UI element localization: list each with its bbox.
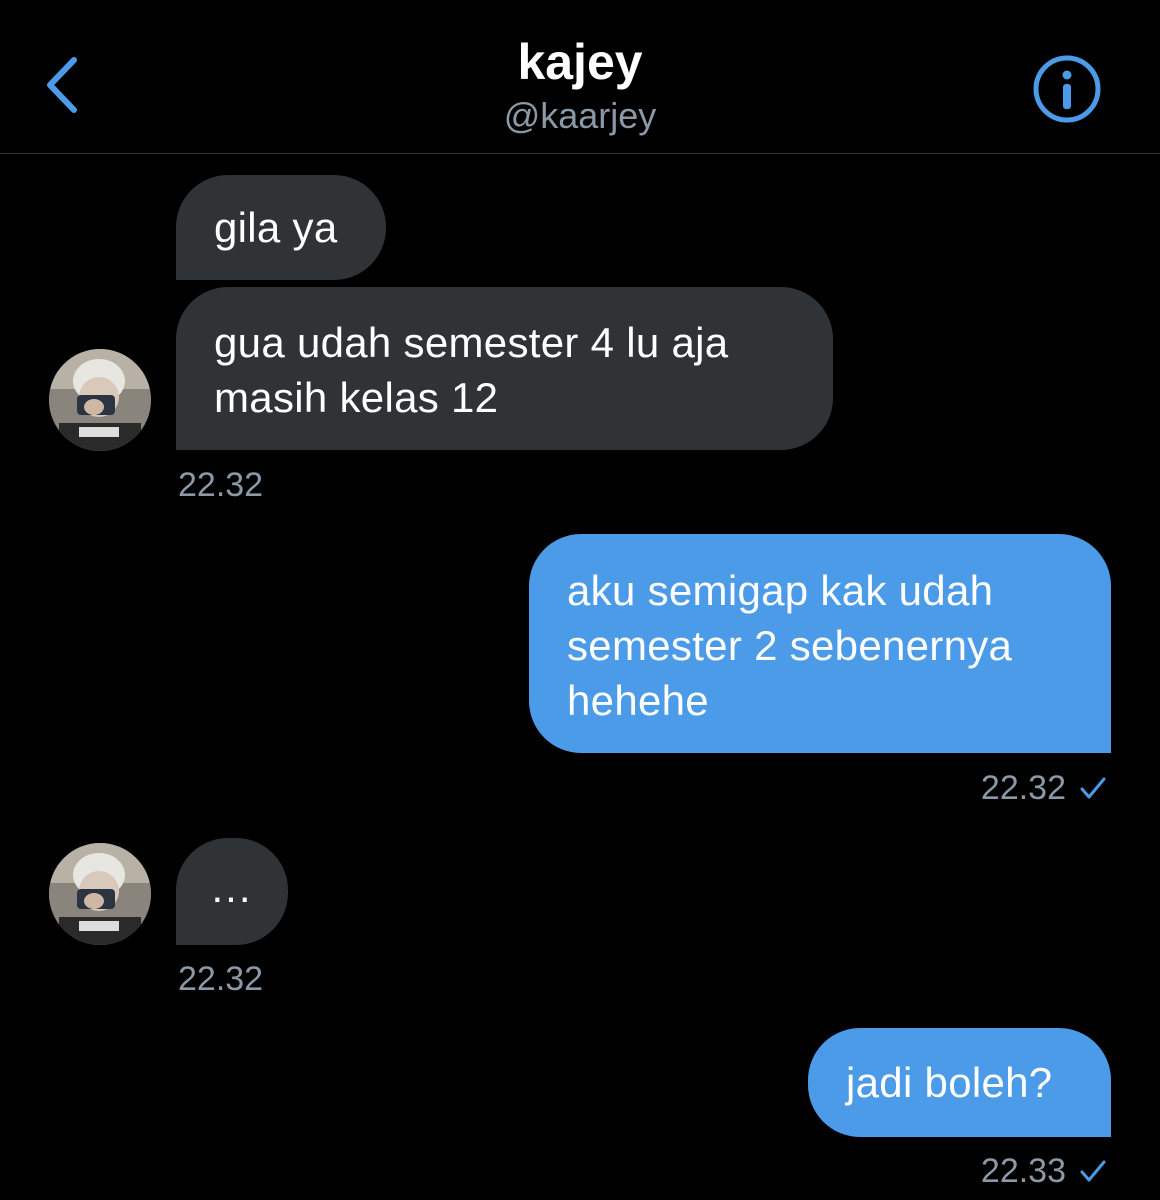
message-text: ...: [211, 864, 253, 911]
info-circle-icon: [1033, 55, 1101, 123]
conversation-header: kajey @kaarjey: [0, 0, 1160, 154]
message-text-line: semester 2 sebenernya: [567, 622, 1013, 669]
message-text-line: aku semigap kak udah: [567, 567, 994, 614]
avatar-photo: [49, 349, 151, 451]
contact-name[interactable]: kajey: [0, 30, 1160, 94]
message-timestamp: 22.33: [980, 1152, 1066, 1190]
incoming-message-bubble[interactable]: gua udah semester 4 lu aja masih kelas 1…: [176, 287, 833, 450]
check-icon: [1080, 1160, 1106, 1182]
message-status-row: 22.32: [981, 768, 1108, 808]
message-text-line: hehehe: [567, 677, 709, 724]
info-button[interactable]: [1031, 53, 1103, 125]
message-text: jadi boleh?: [846, 1059, 1053, 1106]
message-status-row: 22.33: [981, 1151, 1108, 1191]
message-timestamp: 22.32: [178, 466, 264, 504]
avatar-photo: [49, 843, 151, 945]
conversation-title-block[interactable]: kajey @kaarjey: [0, 30, 1160, 138]
contact-avatar[interactable]: [49, 349, 151, 451]
message-text-line: masih kelas 12: [214, 374, 499, 421]
message-timestamp: 22.32: [178, 960, 264, 998]
message-text-line: gua udah semester 4 lu aja: [214, 319, 729, 366]
check-icon: [1080, 777, 1106, 799]
incoming-message-bubble[interactable]: gila ya: [176, 175, 386, 280]
outgoing-message-bubble[interactable]: jadi boleh?: [808, 1028, 1111, 1137]
contact-handle: @kaarjey: [503, 95, 657, 136]
message-text: gila ya: [214, 204, 338, 251]
incoming-message-bubble[interactable]: ...: [176, 838, 288, 945]
message-timestamp: 22.32: [980, 769, 1066, 807]
outgoing-message-bubble[interactable]: aku semigap kak udah semester 2 sebenern…: [529, 534, 1111, 753]
contact-avatar[interactable]: [49, 843, 151, 945]
